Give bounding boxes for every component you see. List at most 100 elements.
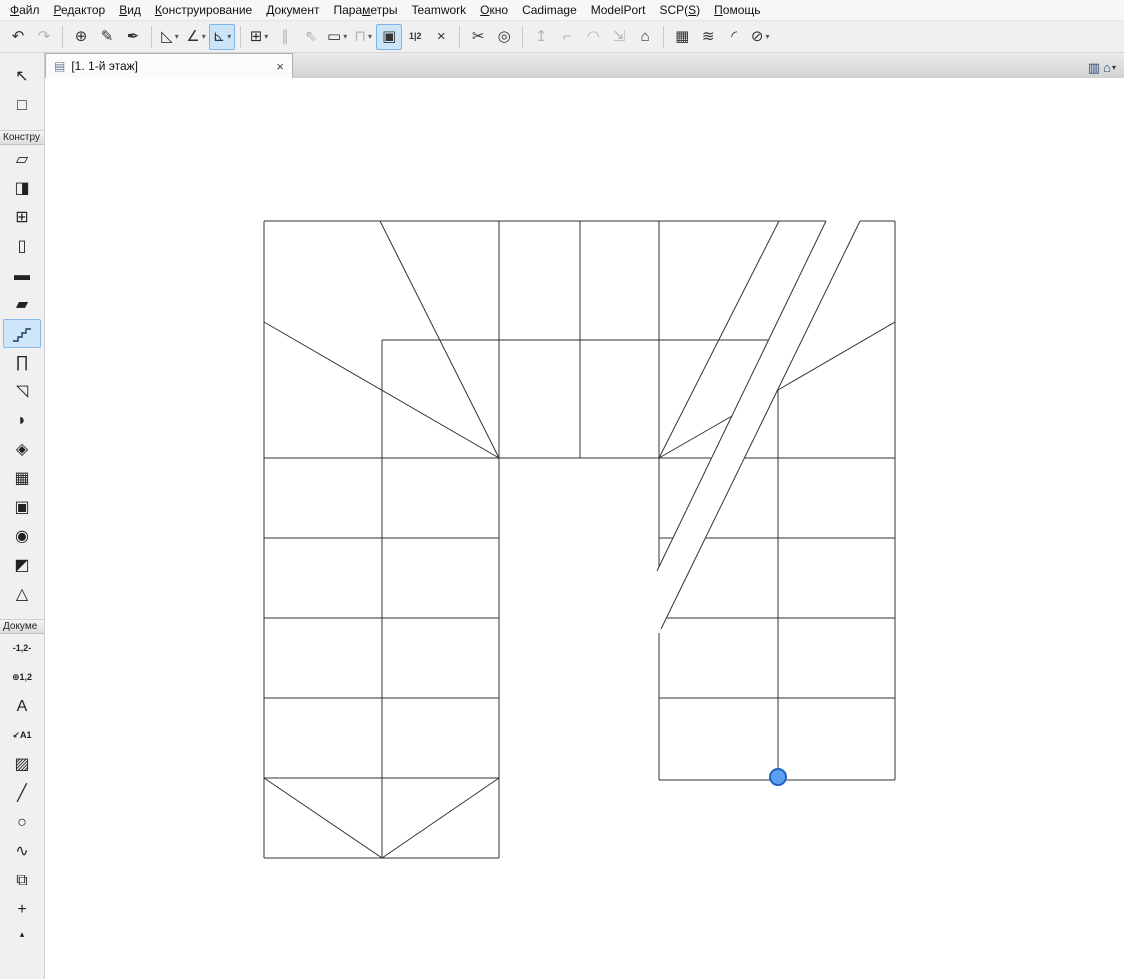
- tab-close-icon[interactable]: ×: [276, 60, 284, 73]
- pick-up-parameters-button[interactable]: ✎: [94, 24, 120, 50]
- marquee-tool[interactable]: □: [3, 91, 41, 120]
- snap-guides-button[interactable]: ⊾ ▾: [209, 23, 235, 50]
- wall-icon: ▱: [15, 150, 29, 168]
- toolbox-section-design[interactable]: Констру: [0, 130, 44, 145]
- menu-item-file[interactable]: Файл: [3, 0, 47, 20]
- pop-up-navigator-button[interactable]: ⌂ ▾: [1103, 61, 1116, 74]
- mesh-tool[interactable]: △: [3, 580, 41, 609]
- beam-tool[interactable]: ▬: [3, 261, 41, 290]
- wall-tool[interactable]: ▱: [3, 145, 41, 174]
- floor-numbers-button[interactable]: 1|2: [402, 24, 428, 50]
- morph-tool[interactable]: ◈: [3, 435, 41, 464]
- menu-item-teamwork[interactable]: Teamwork: [404, 0, 473, 20]
- arrow-tool[interactable]: ↖: [3, 62, 41, 91]
- radial-dimension-tool[interactable]: ⊕1,2: [3, 663, 41, 692]
- snap-grid-button[interactable]: ⊞ ▾: [246, 24, 272, 50]
- circle-tool[interactable]: ○: [3, 808, 41, 837]
- stair-tool[interactable]: [3, 319, 41, 348]
- figure-tool[interactable]: ⧉: [3, 866, 41, 895]
- door-tool[interactable]: ◨: [3, 174, 41, 203]
- undo-button[interactable]: ↶: [5, 24, 31, 50]
- text-tool[interactable]: A: [3, 692, 41, 721]
- resize-icon: ⇲: [612, 28, 626, 45]
- roof-tool[interactable]: ◹: [3, 377, 41, 406]
- tab-floor-plan[interactable]: ▤ [1. 1-й этаж] ×: [45, 53, 293, 78]
- suspend-groups-button[interactable]: ▣: [376, 23, 403, 50]
- slab-tool[interactable]: ▰: [3, 290, 41, 319]
- stair-plan-drawing: [263, 220, 896, 859]
- object-tool[interactable]: ▣: [3, 493, 41, 522]
- selection-hotspot[interactable]: [769, 768, 787, 786]
- gravity-button[interactable]: ∥: [272, 24, 298, 50]
- menu-item-help[interactable]: Помощь: [707, 0, 767, 20]
- fill-tool[interactable]: ▨: [3, 750, 41, 779]
- menu-item-view[interactable]: Вид: [112, 0, 148, 20]
- array-icon: ▦: [675, 28, 690, 45]
- toolbar-separator: [522, 25, 524, 48]
- hotspot-icon: +: [17, 900, 27, 918]
- fill-icon: ▨: [14, 755, 30, 773]
- menu-item-cadimage[interactable]: Cadimage: [515, 0, 584, 20]
- explode-button[interactable]: ×: [428, 24, 454, 50]
- curve-button[interactable]: ◠: [580, 24, 606, 50]
- menu-item-modelport[interactable]: ModelPort: [584, 0, 653, 20]
- menu-item-edit[interactable]: Редактор: [47, 0, 113, 20]
- zone-tool[interactable]: ◩: [3, 551, 41, 580]
- window-tool[interactable]: ⊞: [3, 203, 41, 232]
- railing-tool[interactable]: ∏: [3, 348, 41, 377]
- menu-item-document[interactable]: Документ: [259, 0, 326, 20]
- slab-icon: ▰: [15, 295, 29, 313]
- fillet-button[interactable]: ◜: [721, 24, 747, 50]
- label-tool[interactable]: ↙A1: [3, 721, 41, 750]
- split-button[interactable]: ✂: [465, 24, 491, 50]
- magnifier-plus-icon: ⊕: [74, 28, 88, 45]
- dropdown-arrow-icon: ▾: [174, 31, 179, 41]
- zoom-pick-button[interactable]: ⊕: [68, 24, 94, 50]
- drawing-canvas[interactable]: [45, 78, 1124, 979]
- curtain-wall-tool[interactable]: ▦: [3, 464, 41, 493]
- menu-item-scp[interactable]: SCP(S): [652, 0, 707, 20]
- renovation-button[interactable]: ≋: [695, 24, 721, 50]
- lamp-tool[interactable]: ◉: [3, 522, 41, 551]
- text-icon: A: [16, 697, 28, 715]
- window-icon: ⊞: [15, 208, 29, 226]
- guide-lines-button[interactable]: ∠ ▾: [183, 24, 209, 50]
- drawing-line: [381, 777, 500, 859]
- multiply-button[interactable]: ▦: [669, 24, 695, 50]
- dimension-tool[interactable]: -1,2-: [3, 634, 41, 663]
- eraser-button[interactable]: ⊘ ▾: [747, 24, 773, 50]
- snap-guide-icon: ⊾: [212, 28, 226, 45]
- resize-button[interactable]: ⇲: [606, 24, 632, 50]
- hotspot-tool[interactable]: +: [3, 895, 41, 924]
- fillet-icon: ◜: [731, 28, 738, 45]
- shell-tool[interactable]: ◗: [3, 406, 41, 435]
- column-icon: ▯: [17, 237, 27, 255]
- dropdown-arrow-icon: ▾: [765, 31, 770, 41]
- select-arrow-icon: ↖: [15, 67, 29, 85]
- fit-in-window-button[interactable]: ⌂: [632, 24, 658, 50]
- menu-item-window[interactable]: Окно: [473, 0, 515, 20]
- brush-icon: ≋: [701, 28, 715, 45]
- beam-icon: ▬: [14, 266, 30, 284]
- zone-icon: ◩: [14, 556, 30, 574]
- adjust-button[interactable]: ↥: [528, 24, 554, 50]
- lock-button[interactable]: ⊓ ▾: [350, 24, 376, 50]
- column-tool[interactable]: ▯: [3, 232, 41, 261]
- menu-item-design[interactable]: Конструирование: [148, 0, 259, 20]
- quick-views-button[interactable]: ▥: [1088, 61, 1100, 74]
- toolbar-separator: [151, 25, 152, 48]
- toolbox-scroll-button[interactable]: ▴: [3, 926, 41, 942]
- toolbox-section-document[interactable]: Докуме: [0, 619, 44, 634]
- extend-button[interactable]: ⌐: [554, 24, 580, 50]
- spline-tool[interactable]: ∿: [3, 837, 41, 866]
- syringe-icon: ✒: [126, 28, 140, 45]
- object-icon: ▣: [14, 498, 30, 516]
- redo-button[interactable]: ↷: [31, 24, 57, 50]
- inject-parameters-button[interactable]: ✒: [120, 24, 146, 50]
- line-tool[interactable]: ╱: [3, 779, 41, 808]
- cursor-snap-button[interactable]: ⇖: [298, 24, 324, 50]
- trim-button[interactable]: ◎: [491, 24, 517, 50]
- slope-button[interactable]: ◺ ▾: [157, 24, 183, 50]
- marquee-frame-button[interactable]: ▭ ▾: [324, 24, 350, 50]
- menu-item-options[interactable]: Параметры: [326, 0, 404, 20]
